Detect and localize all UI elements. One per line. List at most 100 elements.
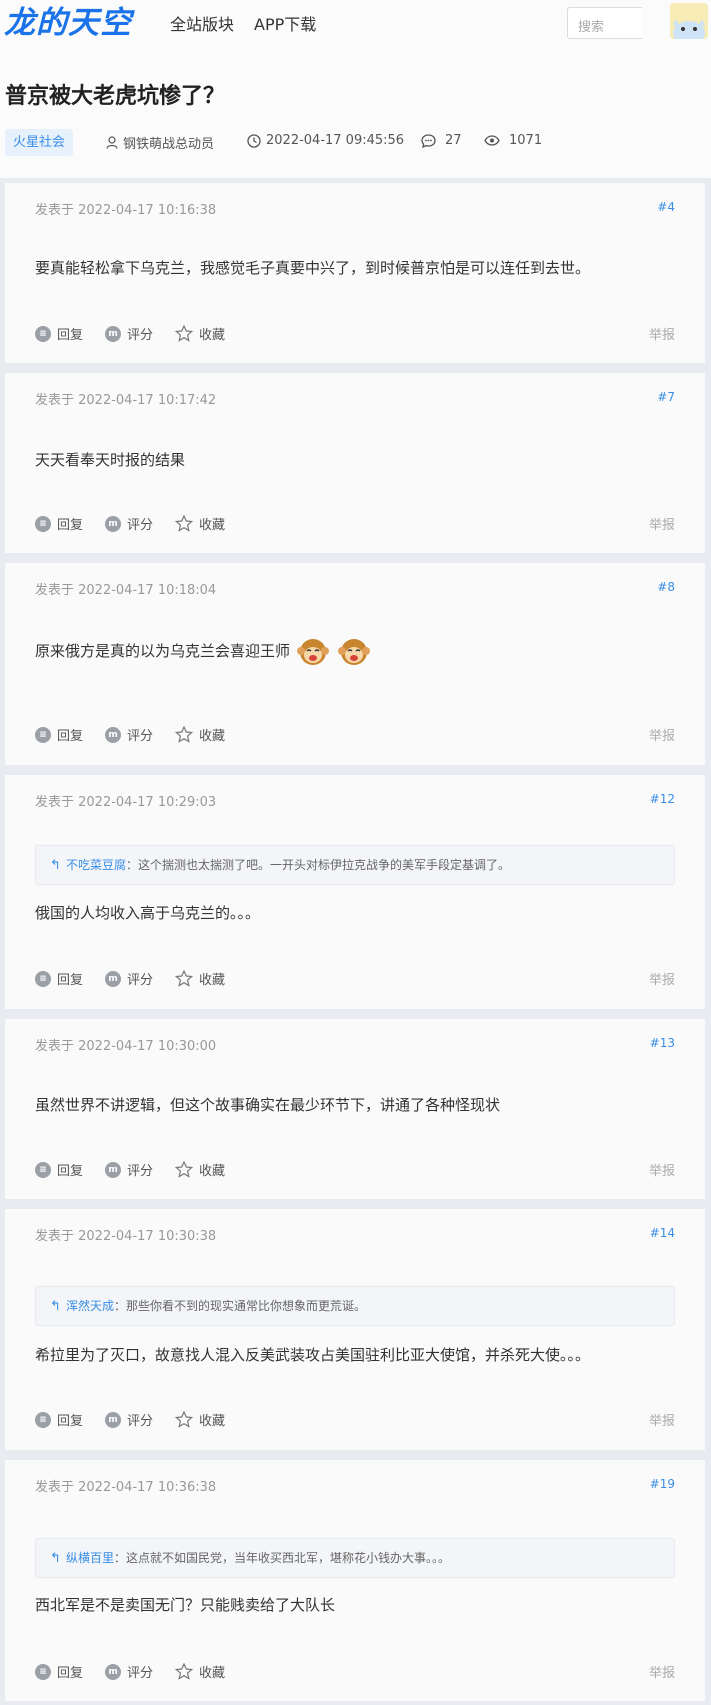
rate-label: 评分 [127,1666,154,1681]
floor-link[interactable]: #7 [657,390,675,404]
rate-button[interactable]: m 评分 [105,1160,153,1179]
reply-button[interactable]: ≡ 回复 [35,969,83,988]
post-time: 发表于 2022-04-17 10:30:38 [35,1229,217,1244]
favorite-button[interactable]: 收藏 [175,1662,225,1681]
reply-button[interactable]: ≡ 回复 [35,1160,83,1179]
rate-button[interactable]: m 评分 [105,725,153,744]
author-name: 钢铁萌战总动员 [123,137,215,152]
quote-user[interactable]: 纵横百里 [66,1551,114,1565]
rate-button[interactable]: m 评分 [105,1410,153,1429]
post-actions: ≡ 回复 m 评分 收藏 [35,1160,247,1179]
post-actions: ≡ 回复 m 评分 收藏 [35,1662,247,1681]
board-tag[interactable]: 火星社会 [5,129,74,156]
thread-title: 普京被大老虎坑惨了？ [5,84,226,109]
monkey-emoji-icon [337,638,370,665]
floor-link[interactable]: #13 [650,1036,675,1050]
report-link[interactable]: 举报 [649,324,675,343]
post-card: 发表于 2022-04-17 10:17:42 #7 天天看奉天时报的结果 ≡ 回… [5,373,705,553]
floor-link[interactable]: #8 [657,580,675,594]
fav-label: 收藏 [199,973,226,988]
favorite-button[interactable]: 收藏 [175,324,225,343]
post-time: 发表于 2022-04-17 10:18:04 [35,583,217,598]
reply-arrow-icon: ↰ [50,1299,61,1314]
thread-author[interactable]: 钢铁萌战总动员 [106,133,214,152]
thread-time: 2022-04-17 09:45:56 [247,133,404,148]
post-actions: ≡ 回复 m 评分 收藏 [35,1410,247,1429]
quote-block: ↰ 纵横百里：这点就不如国民党，当年收买西北军，堪称花小钱办大事。。。 [35,1538,675,1578]
quote-user[interactable]: 不吃菜豆腐 [66,858,126,872]
rate-label: 评分 [127,729,154,744]
post-content: 西北军是不是卖国无门？只能贱卖给了大队长 [35,1596,336,1614]
star-icon [175,1663,194,1680]
reply-icon: ≡ [35,1161,51,1178]
star-icon [175,1411,194,1428]
floor-link[interactable]: #14 [650,1226,675,1240]
fav-label: 收藏 [199,1164,226,1179]
quote-block: ↰ 不吃菜豆腐：这个揣测也太揣测了吧。一开头对标伊拉克战争的美军手段定基调了。 [35,845,675,885]
nav-app-download[interactable]: APP下载 [254,11,316,35]
post-content: 天天看奉天时报的结果 [35,451,186,469]
rate-icon: m [105,325,122,342]
reply-icon: ≡ [35,325,51,342]
post-content-row: 原来俄方是真的以为乌克兰会喜迎王师 [35,633,372,670]
post-actions: ≡ 回复 m 评分 收藏 [35,969,247,988]
favorite-button[interactable]: 收藏 [175,514,225,533]
post-card: 发表于 2022-04-17 10:18:04 #8 原来俄方是真的以为乌克兰会… [5,563,705,765]
post-card: 发表于 2022-04-17 10:30:00 #13 虽然世界不讲逻辑，但这个… [5,1019,705,1199]
site-logo[interactable]: 龙的天空 [4,4,132,42]
reply-button[interactable]: ≡ 回复 [35,1410,83,1429]
star-icon [175,970,194,987]
header: 龙的天空 全站版块 APP下载 搜索 普京被大老虎坑惨了？ 火星社会 钢铁萌战总… [0,0,711,178]
reply-button[interactable]: ≡ 回复 [35,514,83,533]
view-count: 1071 [509,133,543,148]
rate-button[interactable]: m 评分 [105,1662,153,1681]
rate-icon: m [105,970,122,987]
search-input[interactable]: 搜索 [567,7,642,39]
quote-text: ：那些你看不到的现实通常比你想象而更荒诞。 [114,1299,367,1313]
reply-button[interactable]: ≡ 回复 [35,324,83,343]
post-content: 要真能轻松拿下乌克兰，我感觉毛子真要中兴了，到时候普京怕是可以连任到去世。 [35,259,591,277]
rate-label: 评分 [127,518,154,533]
rate-button[interactable]: m 评分 [105,514,153,533]
report-link[interactable]: 举报 [649,725,675,744]
post-card: 发表于 2022-04-17 10:29:03 #12 ↰ 不吃菜豆腐：这个揣测也… [5,775,705,1009]
report-link[interactable]: 举报 [649,1410,675,1429]
fav-label: 收藏 [199,518,226,533]
report-link[interactable]: 举报 [649,514,675,533]
favorite-button[interactable]: 收藏 [175,1160,225,1179]
reply-button[interactable]: ≡ 回复 [35,725,83,744]
floor-link[interactable]: #19 [650,1477,675,1491]
post-actions: ≡ 回复 m 评分 收藏 [35,324,247,343]
report-link[interactable]: 举报 [649,1160,675,1179]
avatar[interactable] [670,3,708,39]
post-content: 原来俄方是真的以为乌克兰会喜迎王师 [35,642,291,660]
reply-label: 回复 [57,1164,84,1179]
reply-label: 回复 [57,973,84,988]
post-actions: ≡ 回复 m 评分 收藏 [35,725,247,744]
reply-icon: ≡ [35,726,51,743]
report-link[interactable]: 举报 [649,1662,675,1681]
rate-button[interactable]: m 评分 [105,969,153,988]
favorite-button[interactable]: 收藏 [175,725,225,744]
star-icon [175,1161,194,1178]
comment-icon [421,133,436,148]
reply-arrow-icon: ↰ [50,1551,61,1566]
post-time: 发表于 2022-04-17 10:36:38 [35,1480,217,1495]
post-card: 发表于 2022-04-17 10:16:38 #4 要真能轻松拿下乌克兰，我感… [5,183,705,363]
rate-icon: m [105,1663,122,1680]
nav-all-boards[interactable]: 全站版块 [170,11,234,35]
rate-icon: m [105,726,122,743]
reply-label: 回复 [57,1666,84,1681]
rate-button[interactable]: m 评分 [105,324,153,343]
floor-link[interactable]: #12 [650,792,675,806]
reply-button[interactable]: ≡ 回复 [35,1662,83,1681]
user-icon [106,136,118,149]
reply-label: 回复 [57,729,84,744]
star-icon [175,515,194,532]
floor-link[interactable]: #4 [657,200,675,214]
report-link[interactable]: 举报 [649,969,675,988]
favorite-button[interactable]: 收藏 [175,1410,225,1429]
quote-user[interactable]: 浑然天成 [66,1299,114,1313]
post-time: 发表于 2022-04-17 10:29:03 [35,795,217,810]
favorite-button[interactable]: 收藏 [175,969,225,988]
